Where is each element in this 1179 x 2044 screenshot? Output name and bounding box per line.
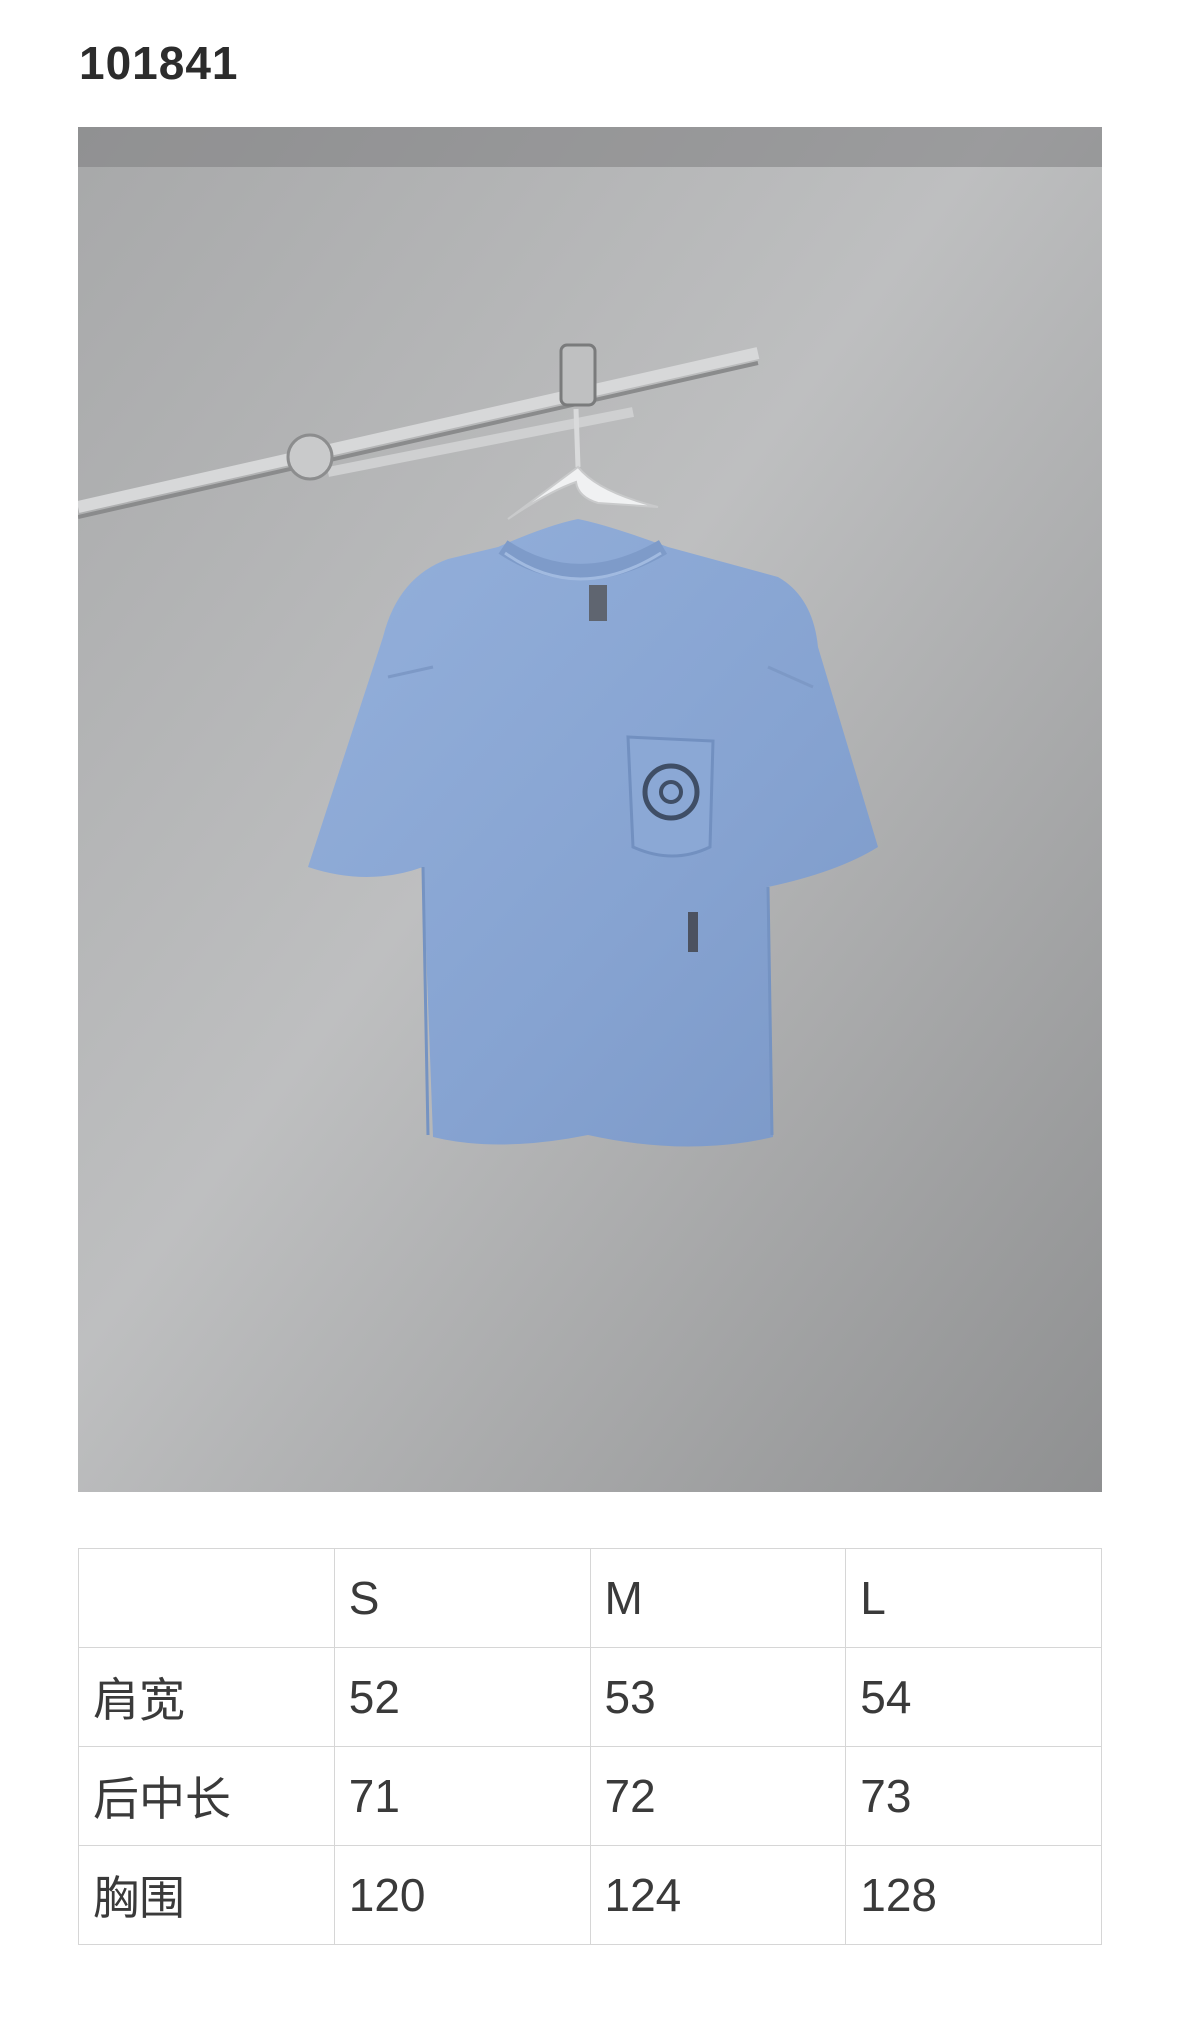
table-cell: 72 bbox=[589, 1746, 847, 1846]
table-row: 胸围 120 124 128 bbox=[78, 1845, 1102, 1945]
size-table: S M L 肩宽 52 53 54 后中长 71 72 73 胸围 120 12… bbox=[78, 1548, 1102, 1945]
row-label-back-length: 后中长 bbox=[78, 1746, 335, 1846]
size-header-s: S bbox=[333, 1548, 591, 1648]
table-cell: 124 bbox=[589, 1845, 847, 1945]
size-header-row: S M L bbox=[78, 1548, 1102, 1648]
table-cell: 54 bbox=[845, 1647, 1102, 1747]
size-header-blank bbox=[78, 1548, 335, 1648]
table-cell: 53 bbox=[589, 1647, 847, 1747]
product-photo bbox=[78, 127, 1102, 1492]
table-cell: 73 bbox=[845, 1746, 1102, 1846]
size-header-l: L bbox=[845, 1548, 1102, 1648]
table-row: 后中长 71 72 73 bbox=[78, 1746, 1102, 1846]
table-row: 肩宽 52 53 54 bbox=[78, 1647, 1102, 1747]
table-cell: 120 bbox=[333, 1845, 591, 1945]
table-cell: 128 bbox=[845, 1845, 1102, 1945]
row-label-chest: 胸围 bbox=[78, 1845, 335, 1945]
table-cell: 52 bbox=[333, 1647, 591, 1747]
product-code: 101841 bbox=[79, 37, 239, 89]
size-header-m: M bbox=[589, 1548, 847, 1648]
row-label-shoulder: 肩宽 bbox=[78, 1647, 335, 1747]
table-cell: 71 bbox=[333, 1746, 591, 1846]
